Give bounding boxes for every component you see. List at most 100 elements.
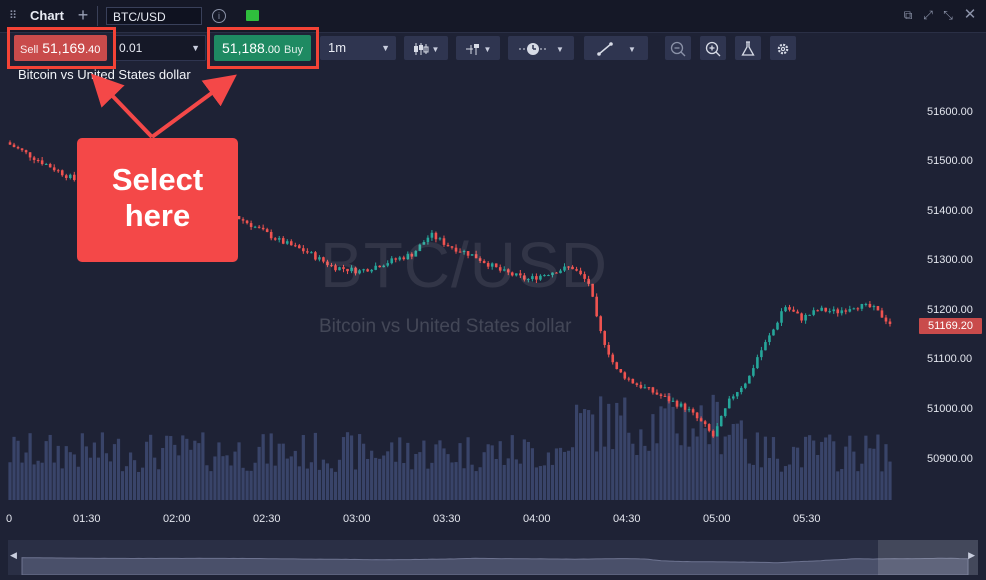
zoom-in-icon <box>705 41 721 57</box>
volume-bar <box>345 432 350 500</box>
volume-bar <box>201 432 205 500</box>
y-tick: 51100.00 <box>927 353 973 365</box>
volume-bar <box>124 466 129 500</box>
volume-bar <box>237 442 241 500</box>
candle-body <box>12 144 16 148</box>
volume-bar <box>285 458 289 500</box>
volume-bar <box>64 446 68 500</box>
time-button[interactable]: ▼ <box>508 36 574 60</box>
volume-bar <box>542 465 547 500</box>
volume-bar <box>289 456 293 500</box>
volume-bar <box>587 410 591 500</box>
volume-bar <box>771 437 776 500</box>
indicators-button[interactable]: ▼ <box>456 36 500 60</box>
y-tick: 51200.00 <box>927 304 973 316</box>
window-titlebar: ⠿ Chart + BTC/USD i ⧉ ⤢ ⤡ ✕ <box>0 0 986 33</box>
volume-bar <box>362 443 366 500</box>
candle-body <box>289 241 293 246</box>
volume-bar <box>333 471 338 500</box>
quantity-input[interactable]: 0.01 ▼ <box>114 35 206 61</box>
timeframe-value: 1m <box>328 40 347 55</box>
volume-bar <box>482 452 486 500</box>
time-navigator[interactable]: ◀ ▶ <box>8 540 978 575</box>
volume-bar <box>253 462 257 500</box>
volume-bar <box>651 414 655 500</box>
chevron-down-icon: ▼ <box>556 45 564 54</box>
volume-bar <box>386 451 390 500</box>
zoom-out-button[interactable] <box>665 36 691 60</box>
volume-bar <box>450 462 454 500</box>
candle-body <box>671 400 675 402</box>
x-tick: 05:30 <box>793 513 821 525</box>
maximize-icon[interactable]: ⤢ <box>921 8 935 22</box>
volume-bar <box>56 445 60 500</box>
chevron-down-icon[interactable]: ▼ <box>191 36 200 60</box>
volume-bar <box>607 403 611 500</box>
candle-body <box>876 306 880 311</box>
drawing-tools-button[interactable]: ▼ <box>584 36 648 60</box>
scroll-right-icon[interactable]: ▶ <box>968 550 975 561</box>
popout-icon[interactable]: ⧉ <box>901 8 915 22</box>
chart-type-button[interactable]: ▼ <box>404 36 448 60</box>
timeframe-select[interactable]: 1m ▼ <box>320 36 396 60</box>
callout-line-1: Select <box>111 162 204 197</box>
volume-bar <box>414 453 418 500</box>
x-tick: 02:00 <box>163 513 191 525</box>
volume-bar <box>281 443 285 500</box>
candle-body <box>816 310 819 312</box>
candle-body <box>40 160 44 165</box>
volume-bar <box>116 438 121 500</box>
close-icon[interactable]: ✕ <box>963 7 977 22</box>
y-tick: 51500.00 <box>927 155 973 167</box>
quantity-value: 0.01 <box>119 41 143 55</box>
volume-bar <box>269 433 273 500</box>
candle-body <box>703 421 707 425</box>
x-tick: 04:00 <box>523 513 551 525</box>
volume-bar <box>611 449 615 500</box>
volume-bar <box>32 464 36 500</box>
strategy-button[interactable] <box>735 36 761 60</box>
volume-bar <box>631 443 635 500</box>
flask-icon <box>741 41 755 56</box>
volume-bar <box>595 451 599 500</box>
candle-body <box>48 164 52 168</box>
volume-bars <box>8 393 892 500</box>
volume-bar <box>498 441 502 500</box>
candle-body <box>249 223 253 227</box>
navigator-window[interactable] <box>878 540 978 575</box>
scroll-left-icon[interactable]: ◀ <box>10 550 17 561</box>
candle-body <box>828 311 832 313</box>
volume-bar <box>16 440 20 500</box>
volume-bar <box>852 451 856 500</box>
candle-body <box>651 387 655 393</box>
symbol-input[interactable]: BTC/USD <box>106 7 202 25</box>
candle-body <box>615 362 619 370</box>
candle-body <box>711 430 715 437</box>
volume-bar <box>257 446 261 500</box>
chevron-down-icon: ▼ <box>628 45 636 54</box>
add-tab-icon[interactable]: + <box>74 5 92 25</box>
callout-line-2: here <box>124 198 191 233</box>
volume-bar <box>856 471 860 500</box>
volume-bar <box>566 450 571 500</box>
volume-bar <box>812 440 816 500</box>
candle-body <box>659 394 663 396</box>
chevron-down-icon[interactable]: ▼ <box>381 36 390 60</box>
volume-bar <box>297 466 301 500</box>
volume-bar <box>313 432 317 500</box>
volume-bar <box>667 393 671 500</box>
settings-button[interactable] <box>770 36 796 60</box>
volume-bar <box>808 435 812 500</box>
volume-bar <box>844 446 848 500</box>
restore-icon[interactable]: ⤡ <box>941 8 955 22</box>
volume-bar <box>24 452 28 500</box>
volume-bar <box>104 453 109 500</box>
candle-body <box>784 307 787 312</box>
grip-icon[interactable]: ⠿ <box>9 10 19 22</box>
info-icon[interactable]: i <box>212 9 226 23</box>
candle-body <box>237 216 241 220</box>
candle-body <box>760 350 763 358</box>
volume-bar <box>627 432 631 500</box>
zoom-in-button[interactable] <box>700 36 726 60</box>
volume-bar <box>659 406 663 500</box>
